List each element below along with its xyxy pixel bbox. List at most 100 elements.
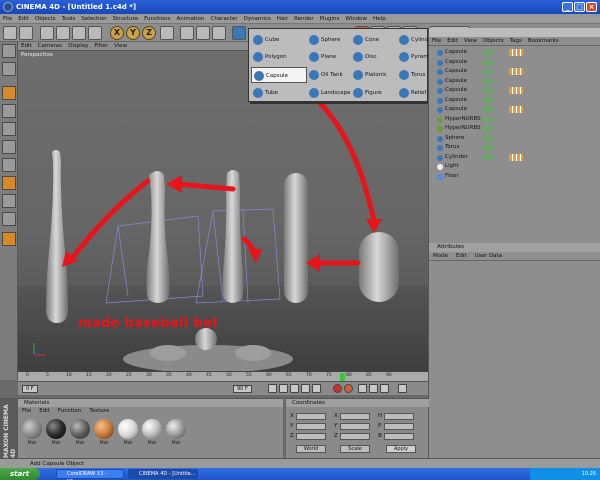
mat-menu-file[interactable]: File: [18, 407, 35, 416]
object-row[interactable]: Capsule: [429, 48, 600, 58]
apply-button[interactable]: Apply: [386, 445, 416, 453]
texture-tag-icon[interactable]: [509, 106, 523, 113]
attr-menu-edit[interactable]: Edit: [452, 252, 471, 261]
object-row[interactable]: Torus: [429, 143, 600, 153]
material-swatch[interactable]: [94, 419, 114, 439]
uv-points-icon[interactable]: [2, 194, 16, 208]
object-row[interactable]: Capsule: [429, 67, 600, 77]
size-x-field[interactable]: [340, 413, 370, 420]
menu-file[interactable]: File: [0, 14, 15, 24]
menu-window[interactable]: Window: [342, 14, 370, 24]
next-frame-icon[interactable]: [301, 384, 310, 393]
popup-item-tube[interactable]: Tube: [251, 85, 307, 101]
material-swatch[interactable]: [142, 419, 162, 439]
mat-menu-function[interactable]: Function: [54, 407, 85, 416]
timeline-ruler[interactable]: 0 5 10 15 20 25 30 35 40 45 50 55 60 65 …: [18, 371, 428, 381]
play-icon[interactable]: [290, 384, 299, 393]
render-picture-viewer-icon[interactable]: [212, 26, 226, 40]
edges-mode-icon[interactable]: [2, 158, 16, 172]
obj-menu-tags[interactable]: Tags: [507, 37, 525, 46]
menu-character[interactable]: Character: [207, 14, 240, 24]
mat-menu-texture[interactable]: Texture: [85, 407, 113, 416]
taskbar-item-coreldraw[interactable]: CorelDRAW X3 - [Gra...: [56, 469, 124, 480]
vp-menu-display[interactable]: Display: [65, 42, 91, 51]
size-y-field[interactable]: [340, 423, 370, 430]
primitive-objects-icon[interactable]: [232, 26, 246, 40]
position-x-field[interactable]: [296, 413, 326, 420]
visibility-toggle[interactable]: [483, 117, 493, 122]
taskbar-item-cinema4d[interactable]: CINEMA 4D - [Untitle...: [128, 469, 198, 479]
vp-menu-cameras[interactable]: Cameras: [35, 42, 65, 51]
visibility-toggle[interactable]: [483, 145, 493, 150]
minimize-button[interactable]: _: [562, 2, 573, 12]
material-swatch[interactable]: [118, 419, 138, 439]
visibility-toggle[interactable]: [483, 155, 493, 160]
menu-dynamics[interactable]: Dynamics: [241, 14, 274, 24]
texture-mode-icon[interactable]: [2, 104, 16, 118]
menu-selection[interactable]: Selection: [78, 14, 109, 24]
material-swatch[interactable]: [70, 419, 90, 439]
object-row[interactable]: HyperNURBS: [429, 124, 600, 134]
attr-menu-mode[interactable]: Mode: [429, 252, 452, 261]
menu-tools[interactable]: Tools: [59, 14, 79, 24]
object-mode-icon[interactable]: [2, 86, 16, 100]
keyframe-position-icon[interactable]: [358, 384, 367, 393]
x-axis-button[interactable]: X: [110, 26, 124, 40]
menu-render[interactable]: Render: [291, 14, 317, 24]
y-axis-button[interactable]: Y: [126, 26, 140, 40]
autokey-icon[interactable]: [344, 384, 353, 393]
popup-item-polygon[interactable]: Polygon: [251, 49, 307, 65]
render-region-icon[interactable]: [196, 26, 210, 40]
obj-menu-view[interactable]: View: [461, 37, 480, 46]
axis-mode-icon[interactable]: [2, 122, 16, 136]
popup-item-cube[interactable]: Cube: [251, 32, 307, 48]
menu-animation[interactable]: Animation: [173, 14, 207, 24]
rotate-tool-icon[interactable]: [88, 26, 102, 40]
texture-tag-icon[interactable]: [509, 49, 523, 56]
goto-end-icon[interactable]: [312, 384, 321, 393]
attr-menu-user-data[interactable]: User Data: [471, 252, 506, 261]
uv-polygons-icon[interactable]: [2, 212, 16, 226]
record-icon[interactable]: [333, 384, 342, 393]
coordinate-system-icon[interactable]: [160, 26, 174, 40]
popup-item-capsule[interactable]: Capsule: [251, 67, 307, 83]
rotation-h-field[interactable]: [384, 413, 414, 420]
obj-menu-bookmarks[interactable]: Bookmarks: [525, 37, 562, 46]
z-axis-button[interactable]: Z: [142, 26, 156, 40]
coord-mode-select[interactable]: World: [296, 445, 326, 453]
mat-menu-edit[interactable]: Edit: [35, 407, 54, 416]
maximize-button[interactable]: □: [574, 2, 585, 12]
keyframe-rotation-icon[interactable]: [380, 384, 389, 393]
menu-help[interactable]: Help: [370, 14, 389, 24]
obj-menu-objects[interactable]: Objects: [480, 37, 507, 46]
material-swatch[interactable]: [22, 419, 42, 439]
visibility-toggle[interactable]: [483, 50, 493, 55]
keyframe-scale-icon[interactable]: [369, 384, 378, 393]
visibility-toggle[interactable]: [483, 60, 493, 65]
snap-icon[interactable]: [2, 232, 16, 246]
scale-tool-icon[interactable]: [72, 26, 86, 40]
timeline-playhead[interactable]: [340, 373, 345, 381]
model-mode-icon[interactable]: [2, 62, 16, 76]
visibility-toggle[interactable]: [483, 88, 493, 93]
prev-frame-icon[interactable]: [279, 384, 288, 393]
obj-menu-edit[interactable]: Edit: [444, 37, 461, 46]
vp-menu-edit[interactable]: Edit: [18, 42, 35, 51]
object-row[interactable]: Capsule: [429, 86, 600, 96]
menu-plugins[interactable]: Plugins: [317, 14, 343, 24]
texture-tag-icon[interactable]: [509, 68, 523, 75]
vp-menu-view[interactable]: View: [111, 42, 130, 51]
scale-mode-select[interactable]: Scale: [340, 445, 370, 453]
position-y-field[interactable]: [296, 423, 326, 430]
current-frame-field[interactable]: 0 F: [22, 385, 38, 393]
undo-icon[interactable]: [3, 26, 17, 40]
menu-hair[interactable]: Hair: [274, 14, 291, 24]
render-view-icon[interactable]: [180, 26, 194, 40]
end-frame-field[interactable]: 90 F: [233, 385, 252, 393]
goto-start-icon[interactable]: [268, 384, 277, 393]
make-editable-icon[interactable]: [2, 44, 16, 58]
position-z-field[interactable]: [296, 433, 326, 440]
visibility-toggle[interactable]: [483, 69, 493, 74]
menu-edit[interactable]: Edit: [15, 14, 32, 24]
polygons-mode-icon[interactable]: [2, 176, 16, 190]
